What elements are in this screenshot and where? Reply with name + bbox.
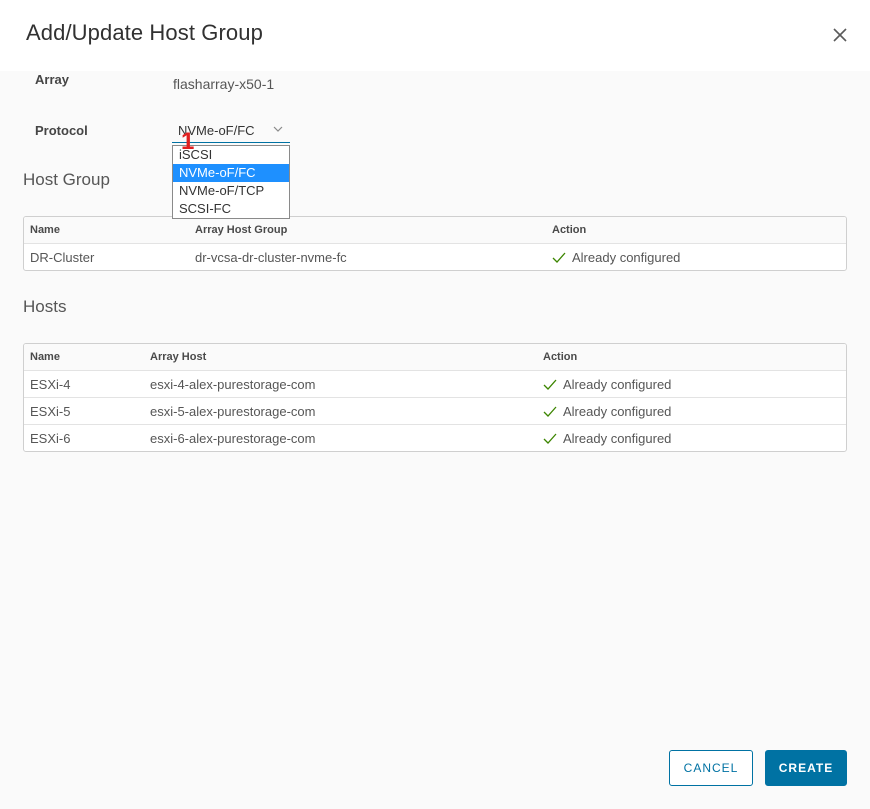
array-label: Array [35,72,69,87]
dialog-title: Add/Update Host Group [26,20,263,45]
action-status: Already configured [543,371,671,397]
array-host-name: esxi-5-alex-purestorage-com [150,403,316,419]
host-name: ESXi-6 [30,430,71,446]
hosts-grid: Name Array Host Action ESXi-4 esxi-4-ale… [23,343,847,452]
check-icon [543,433,557,444]
column-header-action[interactable]: Action [543,344,577,370]
protocol-option-nvme-of-tcp[interactable]: NVMe-oF/TCP [173,182,289,200]
table-row: ESXi-6 esxi-6-alex-purestorage-com Alrea… [24,424,846,451]
host-group-name: DR-Cluster [30,249,95,265]
chevron-down-icon [273,126,283,132]
action-status-text: Already configured [563,430,672,446]
array-host-group-name: dr-vcsa-dr-cluster-nvme-fc [195,249,347,265]
check-icon [543,379,557,390]
column-header-array-host-group[interactable]: Array Host Group [195,217,287,243]
array-host-name: esxi-4-alex-purestorage-com [150,376,316,392]
action-status-text: Already configured [572,249,681,265]
host-name: ESXi-5 [30,403,71,419]
host-name: ESXi-4 [30,376,71,392]
action-status: Already configured [543,425,671,451]
cancel-button[interactable]: CANCEL [669,750,753,786]
hosts-header-row: Name Array Host Action [24,344,846,370]
column-header-name[interactable]: Name [30,344,60,370]
step-annotation: 1 [181,128,195,155]
check-icon [552,252,566,263]
dialog-header: Add/Update Host Group [0,0,870,71]
table-row: DR-Cluster dr-vcsa-dr-cluster-nvme-fc Al… [24,243,846,270]
column-header-action[interactable]: Action [552,217,586,243]
array-value: flasharray-x50-1 [173,76,275,92]
add-update-host-group-dialog: Add/Update Host Group Array flasharray-x… [0,0,870,809]
host-group-header-row: Name Array Host Group Action [24,217,846,243]
protocol-option-nvme-of-fc[interactable]: NVMe-oF/FC [173,164,289,182]
action-status-text: Already configured [563,376,672,392]
action-status: Already configured [552,244,680,270]
host-group-grid: Name Array Host Group Action DR-Cluster … [23,216,847,271]
column-header-array-host[interactable]: Array Host [150,344,206,370]
create-button[interactable]: CREATE [765,750,847,786]
action-status-text: Already configured [563,403,672,419]
array-host-name: esxi-6-alex-purestorage-com [150,430,316,446]
host-group-section-title: Host Group [23,170,110,189]
table-row: ESXi-5 esxi-5-alex-purestorage-com Alrea… [24,397,846,424]
column-header-name[interactable]: Name [30,217,60,243]
close-button[interactable] [829,24,851,46]
protocol-option-scsi-fc[interactable]: SCSI-FC [173,200,289,218]
protocol-dropdown-list: iSCSI NVMe-oF/FC NVMe-oF/TCP SCSI-FC [172,145,290,219]
close-icon [833,28,847,42]
hosts-section-title: Hosts [23,297,67,316]
table-row: ESXi-4 esxi-4-alex-purestorage-com Alrea… [24,370,846,397]
action-status: Already configured [543,398,671,424]
check-icon [543,406,557,417]
protocol-label: Protocol [35,123,88,138]
